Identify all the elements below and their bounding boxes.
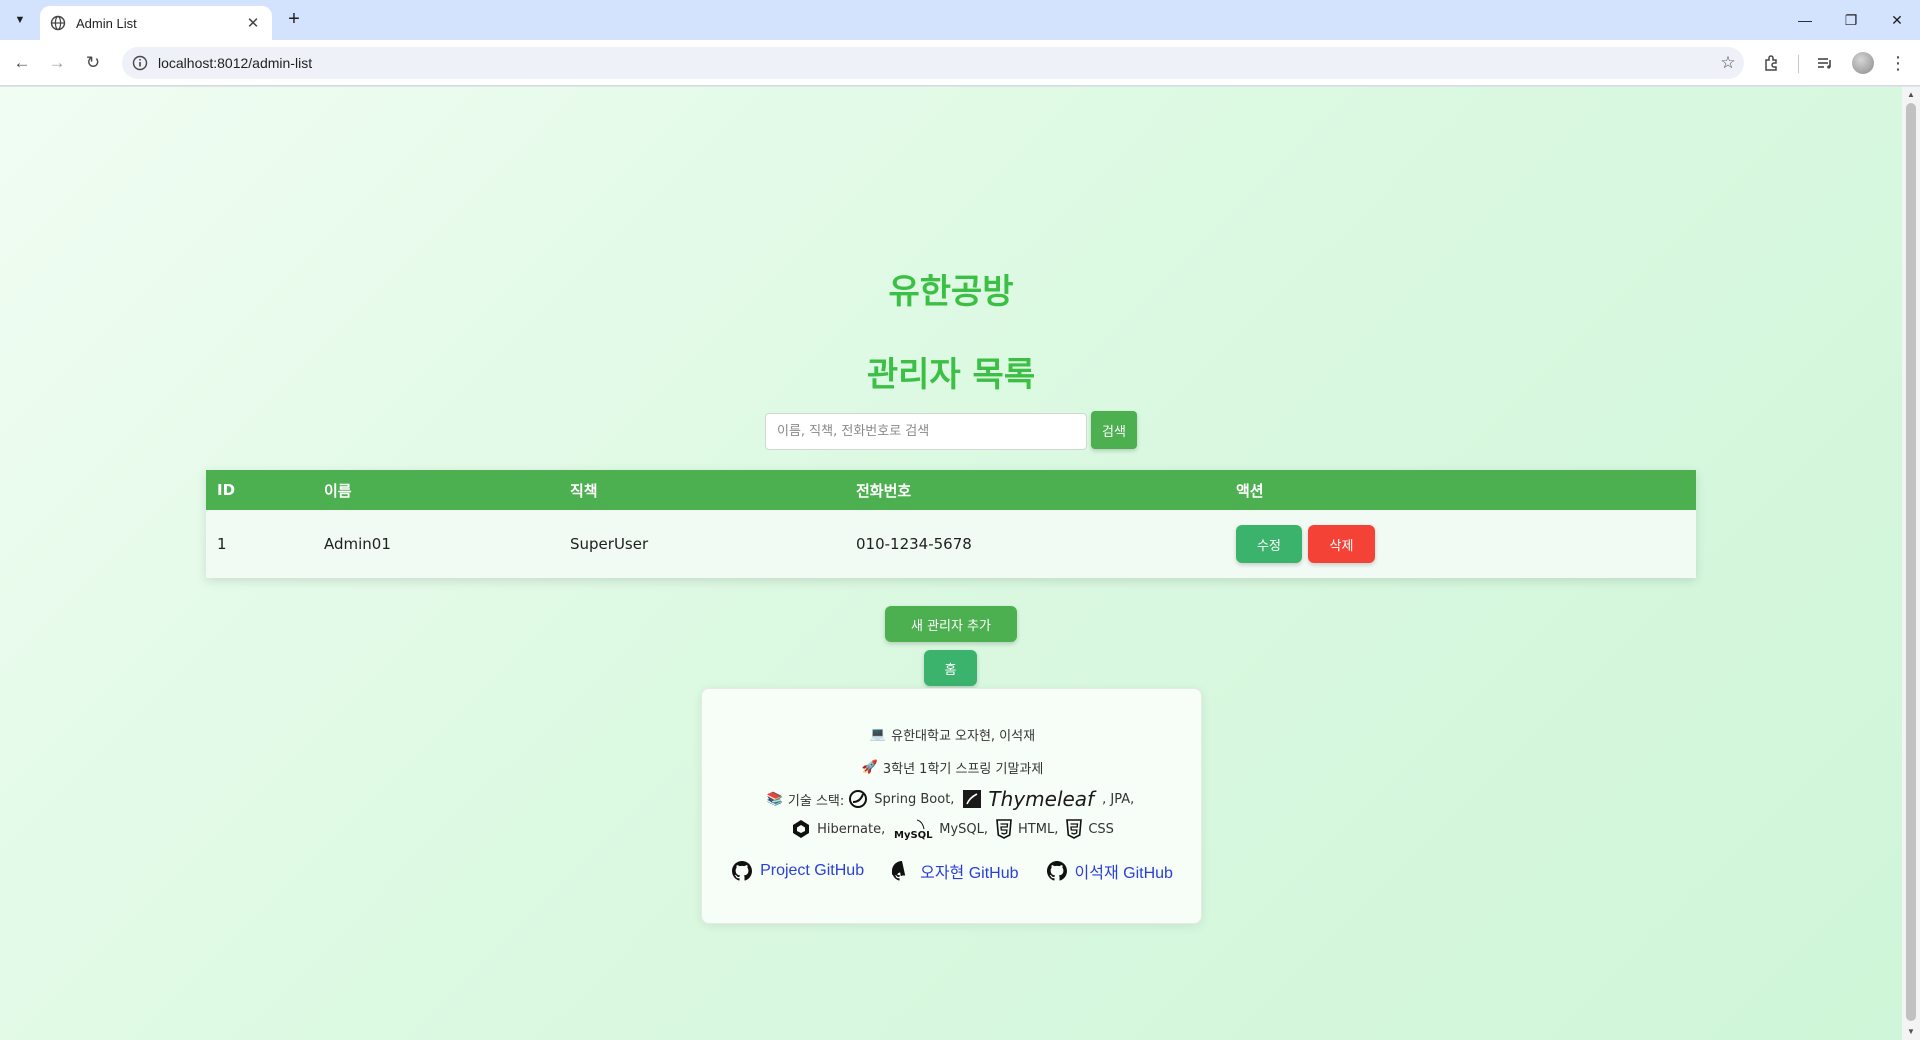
- forward-icon[interactable]: →: [43, 49, 71, 77]
- tech-thymeleaf: Thymeleaf , JPA,: [962, 787, 1134, 811]
- project-github-link[interactable]: Project GitHub: [732, 859, 864, 883]
- project-text: 3학년 1학기 스프링 기말과제: [882, 762, 1044, 777]
- media-controls-icon[interactable]: [1811, 49, 1839, 77]
- globe-icon: [50, 15, 66, 31]
- rocket-icon: 🚀: [861, 760, 878, 775]
- cell-id: 1: [217, 535, 227, 553]
- new-tab-button[interactable]: +: [282, 8, 306, 32]
- tech-thymeleaf-label: Thymeleaf: [988, 787, 1095, 811]
- footer-authors: 💻 유한대학교 오자현, 이석재: [702, 725, 1203, 744]
- search-button[interactable]: 검색: [1091, 411, 1137, 449]
- edit-button[interactable]: 수정: [1236, 525, 1302, 563]
- back-icon[interactable]: ←: [8, 49, 36, 77]
- tab-search-chevron-icon[interactable]: ▼: [8, 8, 32, 32]
- close-tab-icon[interactable]: ✕: [244, 14, 262, 32]
- add-admin-button[interactable]: 새 관리자 추가: [885, 606, 1017, 642]
- github-icon: [732, 861, 753, 881]
- admin-table-container: ID 이름 직책 전화번호 액션 1 Admin01 SuperUser 010…: [206, 470, 1696, 578]
- browser-toolbar: ← → ↻ localhost:8012/admin-list ☆ ⋮: [0, 40, 1920, 86]
- search-input[interactable]: [765, 413, 1087, 450]
- tech-hibernate-label: Hibernate,: [817, 821, 886, 837]
- scroll-down-arrow-icon[interactable]: ▼: [1902, 1024, 1920, 1040]
- html5-logo-icon: [996, 819, 1012, 839]
- mysql-logo-text: MySQL: [894, 830, 933, 841]
- github-icon: [892, 861, 906, 881]
- tech-jpa-label: , JPA,: [1102, 791, 1135, 807]
- site-info-icon[interactable]: [132, 55, 148, 71]
- footer-stack-line-2: Hibernate, MySQL MySQL, HTML, CSS: [702, 817, 1203, 841]
- cell-name: Admin01: [324, 535, 391, 553]
- browser-tab[interactable]: Admin List ✕: [40, 6, 272, 40]
- hibernate-logo-icon: [793, 820, 810, 838]
- ojahyun-github-link[interactable]: 오자현 GitHub: [892, 859, 1019, 883]
- reload-icon[interactable]: ↻: [79, 49, 107, 77]
- browser-menu-icon[interactable]: ⋮: [1884, 49, 1912, 77]
- cell-phone: 010-1234-5678: [856, 535, 972, 553]
- url-text[interactable]: localhost:8012/admin-list: [158, 55, 1712, 71]
- delete-button[interactable]: 삭제: [1308, 525, 1375, 563]
- leeseokjae-github-link[interactable]: 이석재 GitHub: [1046, 859, 1173, 883]
- bookmark-star-icon[interactable]: ☆: [1712, 53, 1744, 73]
- tech-hibernate: Hibernate,: [791, 819, 885, 839]
- footer-stack-line-1: 📚 기술 스택: Spring Boot, Thymeleaf , JPA,: [702, 787, 1203, 811]
- restore-icon[interactable]: ❐: [1828, 0, 1874, 40]
- header-position: 직책: [570, 481, 598, 500]
- window-close-icon[interactable]: ✕: [1874, 0, 1920, 40]
- header-phone: 전화번호: [856, 481, 912, 500]
- home-button[interactable]: 홈: [924, 650, 977, 686]
- github-links: Project GitHub 오자현 GitHub 이석재 GitHub: [702, 859, 1203, 883]
- github-icon: [1046, 861, 1067, 881]
- tech-mysql-label: MySQL,: [939, 821, 989, 837]
- project-github-label[interactable]: Project GitHub: [760, 862, 864, 880]
- page-scrollbar[interactable]: ▲ ▼: [1902, 87, 1920, 1040]
- cell-position: SuperUser: [570, 535, 649, 553]
- page-title: 관리자 목록: [866, 355, 1036, 395]
- minimize-icon[interactable]: —: [1782, 0, 1828, 40]
- tech-spring-label: Spring Boot,: [874, 791, 955, 807]
- profile-avatar[interactable]: [1852, 52, 1874, 74]
- footer-card: 💻 유한대학교 오자현, 이석재 🚀 3학년 1학기 스프링 기말과제 📚 기술…: [701, 688, 1202, 924]
- tech-spring: Spring Boot,: [848, 789, 954, 809]
- tech-css: CSS: [1066, 819, 1114, 839]
- authors-text: 유한대학교 오자현, 이석재: [891, 729, 1036, 744]
- scroll-up-arrow-icon[interactable]: ▲: [1902, 87, 1920, 103]
- leeseokjae-github-label[interactable]: 이석재 GitHub: [1075, 859, 1173, 883]
- ojahyun-github-label[interactable]: 오자현 GitHub: [920, 859, 1018, 883]
- toolbar-separator: [1798, 55, 1799, 73]
- extensions-icon[interactable]: [1758, 49, 1786, 77]
- tab-title: Admin List: [76, 15, 137, 31]
- address-bar[interactable]: localhost:8012/admin-list ☆: [122, 47, 1744, 79]
- laptop-icon: 💻: [869, 727, 887, 742]
- header-name: 이름: [324, 481, 352, 500]
- tech-css-label: CSS: [1088, 821, 1114, 837]
- mysql-logo-icon: MySQL: [894, 819, 933, 841]
- tech-html: HTML,: [996, 819, 1058, 839]
- scrollbar-thumb[interactable]: [1906, 103, 1916, 1021]
- header-actions: 액션: [1236, 481, 1264, 500]
- page-viewport: 유한공방 관리자 목록 검색 ID 이름 직책 전화번호 액션 1 Admin0…: [0, 87, 1902, 1040]
- tech-html-label: HTML,: [1018, 821, 1059, 837]
- stack-label: 기술 스택:: [787, 793, 845, 809]
- cell-actions: 수정 삭제: [1225, 510, 1696, 578]
- table-row: 1 Admin01 SuperUser 010-1234-5678 수정 삭제: [206, 510, 1696, 578]
- admin-table: ID 이름 직책 전화번호 액션 1 Admin01 SuperUser 010…: [206, 470, 1696, 578]
- spring-logo-icon: [849, 790, 868, 808]
- header-id: ID: [217, 481, 236, 499]
- table-header-row: ID 이름 직책 전화번호 액션: [206, 470, 1696, 510]
- tech-mysql: MySQL MySQL,: [893, 817, 988, 841]
- footer-project: 🚀 3학년 1학기 스프링 기말과제: [702, 758, 1203, 777]
- browser-tab-strip: ▼ Admin List ✕ + — ❐ ✕: [0, 0, 1920, 40]
- brand-title: 유한공방: [888, 272, 1014, 312]
- css3-logo-icon: [1066, 819, 1083, 839]
- books-icon: 📚: [766, 791, 783, 807]
- thymeleaf-logo-icon: [963, 790, 982, 808]
